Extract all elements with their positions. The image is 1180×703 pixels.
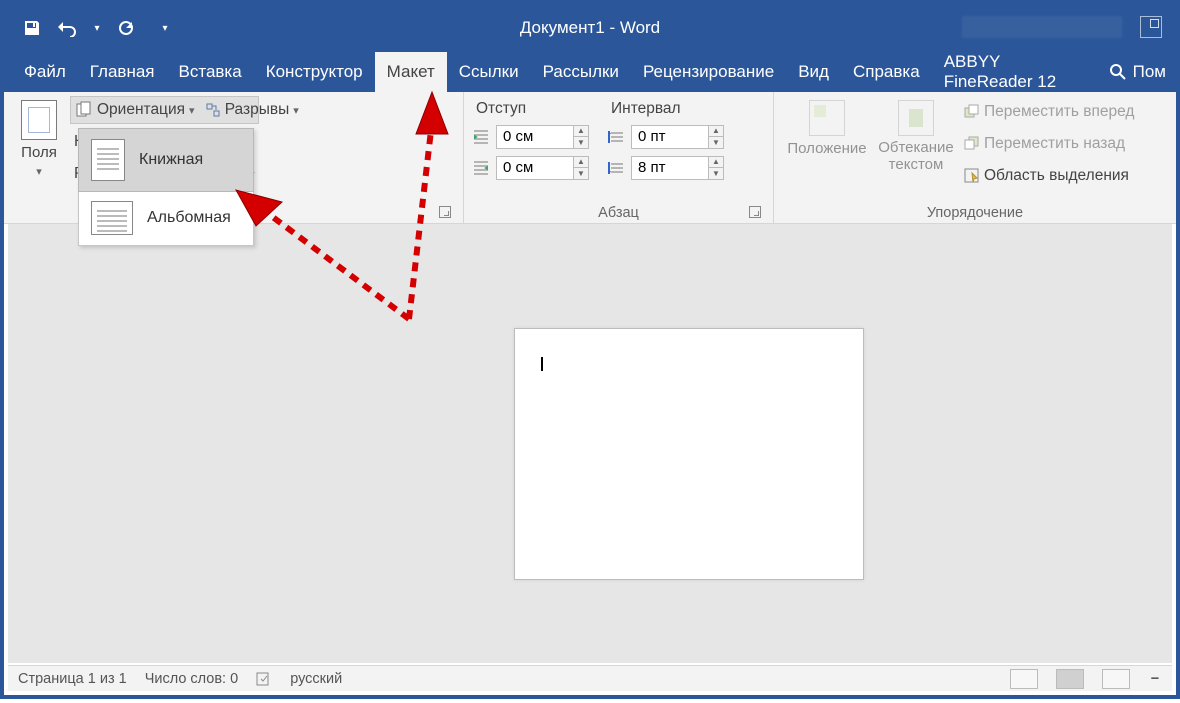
status-word-count[interactable]: Число слов: 0: [145, 671, 239, 687]
zoom-out-button[interactable]: −: [1148, 671, 1162, 687]
window-title: Документ1 - Word: [520, 18, 660, 38]
selection-pane-icon: [964, 168, 980, 184]
group-label-paragraph: Абзац: [472, 203, 765, 221]
proofing-icon[interactable]: [256, 671, 272, 687]
group-arrange: Положение Обтекание текстом Переместить …: [774, 92, 1176, 223]
document-page[interactable]: [514, 328, 864, 580]
position-icon: [809, 100, 845, 136]
spacing-heading: Интервал: [607, 100, 724, 118]
margins-icon: [21, 100, 57, 140]
qat-customize-caret-icon[interactable]: ▾: [160, 16, 170, 40]
text-cursor: [541, 357, 543, 371]
indent-right-icon: [472, 158, 492, 178]
wrap-text-icon: [898, 100, 934, 136]
quick-access-toolbar: ▾ ▾: [4, 16, 170, 40]
ribbon-display-options-icon[interactable]: [1140, 16, 1162, 38]
orientation-dropdown: Книжная Альбомная: [78, 128, 254, 246]
space-after-spinner[interactable]: ▲▼: [607, 155, 724, 180]
chevron-down-icon: ▾: [36, 165, 42, 178]
spinner-buttons[interactable]: ▲▼: [709, 156, 724, 180]
selection-pane-label: Область выделения: [984, 167, 1129, 185]
space-after-icon: [607, 158, 627, 178]
status-language[interactable]: русский: [290, 671, 342, 687]
redo-icon[interactable]: [114, 16, 138, 40]
tab-mailings[interactable]: Рассылки: [531, 52, 631, 92]
wrap-text-label: Обтекание текстом: [872, 140, 960, 173]
send-backward-icon: [964, 136, 980, 152]
title-bar: ▾ ▾ Документ1 - Word: [4, 4, 1176, 52]
landscape-label: Альбомная: [147, 209, 231, 227]
indent-left-input[interactable]: [496, 125, 574, 149]
space-before-icon: [607, 127, 627, 147]
breaks-icon: [205, 102, 221, 118]
dialog-launcher-icon[interactable]: [749, 206, 761, 218]
spinner-buttons[interactable]: ▲▼: [709, 125, 724, 149]
save-icon[interactable]: [20, 16, 44, 40]
orientation-portrait-item[interactable]: Книжная: [78, 128, 254, 192]
view-read-mode-button[interactable]: [1010, 669, 1038, 689]
indent-right-input[interactable]: [496, 156, 574, 180]
chevron-down-icon: ▾: [293, 104, 299, 117]
position-label: Положение: [787, 140, 866, 157]
spinner-buttons[interactable]: ▲▼: [574, 156, 589, 180]
status-page[interactable]: Страница 1 из 1: [18, 671, 127, 687]
portrait-label: Книжная: [139, 151, 203, 169]
undo-icon[interactable]: [56, 16, 80, 40]
tab-design[interactable]: Конструктор: [254, 52, 375, 92]
group-page-setup: Поля ▾ Ориентация ▾ Номера строк ▾ Расст…: [4, 92, 464, 223]
bring-forward-icon: [964, 104, 980, 120]
ribbon-tabs: Файл Главная Вставка Конструктор Макет С…: [4, 52, 1176, 92]
wrap-text-button: Обтекание текстом: [872, 96, 960, 203]
tab-abbyy[interactable]: ABBYY FineReader 12: [932, 52, 1099, 92]
tell-me-label: Пом: [1133, 62, 1166, 82]
indent-left-icon: [472, 127, 492, 147]
send-backward-label: Переместить назад: [984, 135, 1125, 153]
indent-heading: Отступ: [472, 100, 589, 118]
breaks-label: Разрывы: [225, 101, 290, 119]
tab-help[interactable]: Справка: [841, 52, 932, 92]
bring-forward-button: Переместить вперед: [960, 98, 1138, 126]
view-web-layout-button[interactable]: [1102, 669, 1130, 689]
tab-references[interactable]: Ссылки: [447, 52, 531, 92]
status-bar: Страница 1 из 1 Число слов: 0 русский −: [8, 665, 1172, 691]
ribbon: Поля ▾ Ориентация ▾ Номера строк ▾ Расст…: [4, 92, 1176, 224]
portrait-icon: [91, 139, 125, 181]
tab-layout[interactable]: Макет: [375, 52, 447, 92]
undo-menu-caret-icon[interactable]: ▾: [92, 16, 102, 40]
send-backward-button: Переместить назад: [960, 130, 1138, 158]
space-after-input[interactable]: [631, 156, 709, 180]
bring-forward-label: Переместить вперед: [984, 103, 1134, 121]
tell-me-search[interactable]: Пом: [1099, 52, 1176, 92]
account-name[interactable]: [962, 16, 1122, 38]
spinner-buttons[interactable]: ▲▼: [574, 125, 589, 149]
tab-insert[interactable]: Вставка: [167, 52, 254, 92]
tab-review[interactable]: Рецензирование: [631, 52, 786, 92]
dialog-launcher-icon[interactable]: [439, 206, 451, 218]
position-button: Положение: [782, 96, 872, 203]
view-print-layout-button[interactable]: [1056, 669, 1084, 689]
tab-view[interactable]: Вид: [786, 52, 841, 92]
group-paragraph: Отступ ▲▼ ▲▼ Интервал ▲▼: [464, 92, 774, 223]
orientation-landscape-item[interactable]: Альбомная: [79, 191, 253, 245]
search-icon: [1109, 63, 1127, 81]
group-label-arrange: Упорядочение: [782, 203, 1168, 221]
landscape-icon: [91, 201, 133, 235]
selection-pane-button[interactable]: Область выделения: [960, 162, 1138, 190]
indent-right-spinner[interactable]: ▲▼: [472, 155, 589, 180]
space-before-spinner[interactable]: ▲▼: [607, 124, 724, 149]
breaks-button[interactable]: Разрывы ▾: [201, 96, 303, 124]
space-before-input[interactable]: [631, 125, 709, 149]
tab-file[interactable]: Файл: [12, 52, 78, 92]
tab-home[interactable]: Главная: [78, 52, 167, 92]
indent-left-spinner[interactable]: ▲▼: [472, 124, 589, 149]
